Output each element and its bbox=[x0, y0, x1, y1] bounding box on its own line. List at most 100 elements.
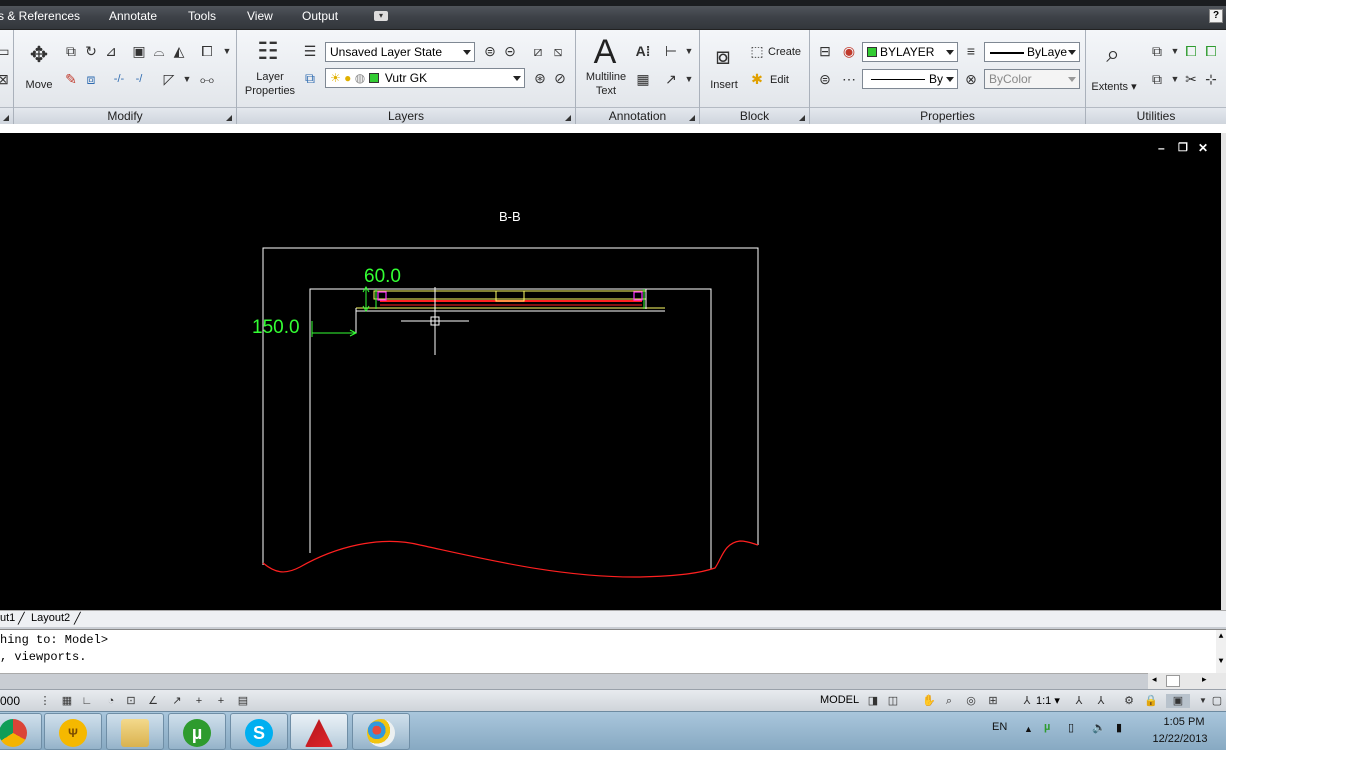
clock-date[interactable]: 12/22/2013 bbox=[1146, 733, 1214, 745]
multiline-text-label[interactable]: Multiline Text bbox=[578, 70, 634, 98]
menu-output[interactable]: Output bbox=[302, 9, 338, 23]
insert-label[interactable]: Insert bbox=[704, 78, 744, 92]
layer-isolate-icon[interactable]: ⧄ bbox=[529, 42, 547, 60]
auto-scale-icon[interactable]: ⅄ bbox=[1094, 694, 1108, 708]
tab-layout1[interactable]: ut1 bbox=[0, 612, 15, 624]
quick-select-icon[interactable]: ⧠ bbox=[1182, 42, 1200, 60]
pan-icon[interactable]: ✋ bbox=[922, 694, 936, 708]
copy-icon[interactable]: ⧉ bbox=[62, 42, 80, 60]
taskbar-utorrent[interactable]: µ bbox=[168, 713, 226, 750]
extend-icon[interactable]: -/- bbox=[110, 70, 128, 88]
leader-dropdown-icon[interactable]: ▼ bbox=[680, 70, 698, 88]
help-button[interactable]: ? bbox=[1209, 9, 1223, 23]
dynamic-ucs-icon[interactable]: ↗ bbox=[170, 694, 184, 708]
panel-title-annotation[interactable]: Annotation bbox=[576, 107, 699, 124]
select-similar-icon[interactable]: ⧠ bbox=[1202, 42, 1220, 60]
command-line[interactable]: hing to: Model> , viewports. ▲ ▼ bbox=[0, 629, 1226, 674]
tab-layout2[interactable]: Layout2 bbox=[31, 612, 70, 624]
create-label[interactable]: Create bbox=[768, 45, 801, 59]
chamfer-icon[interactable]: ◸ bbox=[160, 70, 178, 88]
plot-style-icon[interactable]: ⊗ bbox=[962, 70, 980, 88]
clock-time[interactable]: 1:05 PM bbox=[1154, 716, 1214, 728]
insert-block-icon[interactable]: ⧇ bbox=[708, 42, 738, 72]
lineweight-icon[interactable]: ≡ bbox=[962, 42, 980, 60]
osnap-icon[interactable]: ⊡ bbox=[124, 694, 138, 708]
quick-view-drawings-icon[interactable]: ◫ bbox=[886, 694, 900, 708]
layer-freeze-tool-icon[interactable]: ⊘ bbox=[551, 69, 569, 87]
mirror-icon[interactable]: ◭ bbox=[170, 42, 188, 60]
annotation-scale-value[interactable]: 1:1 ▾ bbox=[1036, 694, 1060, 707]
scroll-thumb[interactable] bbox=[1166, 675, 1180, 687]
scroll-right-icon[interactable]: ▸ bbox=[1202, 674, 1207, 685]
panel-title-utilities[interactable]: Utilities bbox=[1086, 107, 1226, 124]
fillet-icon[interactable]: ⌓ bbox=[150, 42, 168, 60]
cut-icon[interactable]: ✂ bbox=[1182, 70, 1200, 88]
stretch-icon[interactable]: ▣ bbox=[130, 42, 148, 60]
scroll-up-icon[interactable]: ▲ bbox=[1216, 632, 1226, 641]
multiline-text-icon[interactable]: A bbox=[586, 32, 624, 72]
multileader-icon[interactable]: ↗ bbox=[662, 70, 680, 88]
color-wheel-icon[interactable]: ◉ bbox=[840, 42, 858, 60]
linetype-select[interactable]: By bbox=[862, 69, 958, 89]
array-icon[interactable]: ⧠ bbox=[198, 42, 216, 60]
text-style-icon[interactable]: A⁞ bbox=[634, 42, 652, 60]
taskbar-chrome[interactable] bbox=[0, 713, 42, 750]
menu-insert-xrefs[interactable]: s & References bbox=[0, 9, 80, 23]
panel-title-modify[interactable]: Modify bbox=[14, 107, 236, 124]
layer-state-select[interactable]: Unsaved Layer State bbox=[325, 42, 475, 62]
panel-title-layers[interactable]: Layers bbox=[237, 107, 575, 124]
clipboard-icon[interactable]: ⧉ bbox=[1148, 70, 1166, 88]
chamfer-dropdown-icon[interactable]: ▼ bbox=[178, 70, 196, 88]
scroll-left-icon[interactable]: ◂ bbox=[1152, 674, 1157, 685]
edit-label[interactable]: Edit bbox=[770, 73, 789, 87]
move-label[interactable]: Move bbox=[22, 78, 56, 92]
layer-previous-icon[interactable]: ⊝ bbox=[501, 42, 519, 60]
menu-view[interactable]: View bbox=[247, 9, 273, 23]
paste-icon[interactable]: ⧉ bbox=[1148, 42, 1166, 60]
hatch-icon[interactable]: ⊠ bbox=[0, 70, 12, 88]
panel-title-properties[interactable]: Properties bbox=[810, 107, 1085, 124]
zoom-icon[interactable]: ⌕ bbox=[942, 694, 956, 708]
clean-screen-icon[interactable]: ▢ bbox=[1210, 694, 1224, 708]
taskbar-skype[interactable]: S bbox=[230, 713, 288, 750]
make-current-icon[interactable]: ⊛ bbox=[531, 69, 549, 87]
array-dropdown-icon[interactable]: ▼ bbox=[218, 42, 236, 60]
layer-properties-label[interactable]: Layer Properties bbox=[241, 70, 299, 98]
layer-state-icon[interactable]: ☰ bbox=[301, 42, 319, 60]
drawing-viewport[interactable]: – ❐ ✕ B-B 60.0 150.0 bbox=[0, 133, 1221, 610]
linear-dimension-icon[interactable]: ⊢ bbox=[662, 42, 680, 60]
break-icon[interactable]: -/ bbox=[130, 70, 148, 88]
ribbon-minimize-dropdown[interactable]: ▾ bbox=[374, 11, 388, 21]
layer-properties-icon[interactable]: ☷ bbox=[253, 36, 283, 66]
color-select[interactable]: BYLAYER bbox=[862, 42, 958, 62]
list-icon[interactable]: ⊜ bbox=[816, 70, 834, 88]
erase-icon[interactable]: ✎ bbox=[62, 70, 80, 88]
panel-title-block[interactable]: Block bbox=[700, 107, 809, 124]
zoom-extents-icon[interactable]: ⌕ bbox=[1098, 40, 1128, 70]
explode-icon[interactable]: ⧈ bbox=[82, 70, 100, 88]
showmotion-icon[interactable]: ⊞ bbox=[986, 694, 1000, 708]
taskbar-autocad[interactable] bbox=[290, 713, 348, 750]
status-menu-icon[interactable]: ▼ bbox=[1196, 694, 1210, 708]
menu-tools[interactable]: Tools bbox=[188, 9, 216, 23]
rectangle-icon[interactable]: ▭ bbox=[0, 42, 12, 60]
menu-annotate[interactable]: Annotate bbox=[109, 9, 157, 23]
create-block-icon[interactable]: ⬚ bbox=[748, 42, 766, 60]
horizontal-scrollbar[interactable]: ◂ ▸ bbox=[1148, 673, 1226, 689]
lock-icon[interactable]: 🔒 bbox=[1144, 694, 1158, 708]
steeringwheel-icon[interactable]: ◎ bbox=[964, 694, 978, 708]
edit-block-icon[interactable]: ✱ bbox=[748, 70, 766, 88]
command-scrollbar[interactable]: ▲ ▼ bbox=[1216, 630, 1226, 674]
layer-walk-icon[interactable]: ⧉ bbox=[301, 69, 319, 87]
trim-icon[interactable]: ⊿ bbox=[102, 42, 120, 60]
move-icon[interactable]: ✥ bbox=[26, 42, 52, 68]
match-properties-icon[interactable]: ⊟ bbox=[816, 42, 834, 60]
rotate-icon[interactable]: ↻ bbox=[82, 42, 100, 60]
annotation-scale-icon[interactable]: ⅄ bbox=[1020, 694, 1034, 708]
scroll-down-icon[interactable]: ▼ bbox=[1216, 657, 1226, 666]
taskbar-explorer[interactable] bbox=[106, 713, 164, 750]
linetype-icon[interactable]: ⋯ bbox=[840, 70, 858, 88]
hardware-acceleration-icon[interactable]: ▣ bbox=[1166, 694, 1190, 708]
utorrent-tray-icon[interactable]: µ bbox=[1044, 721, 1050, 733]
show-hidden-icons[interactable]: ▲ bbox=[1024, 724, 1033, 734]
